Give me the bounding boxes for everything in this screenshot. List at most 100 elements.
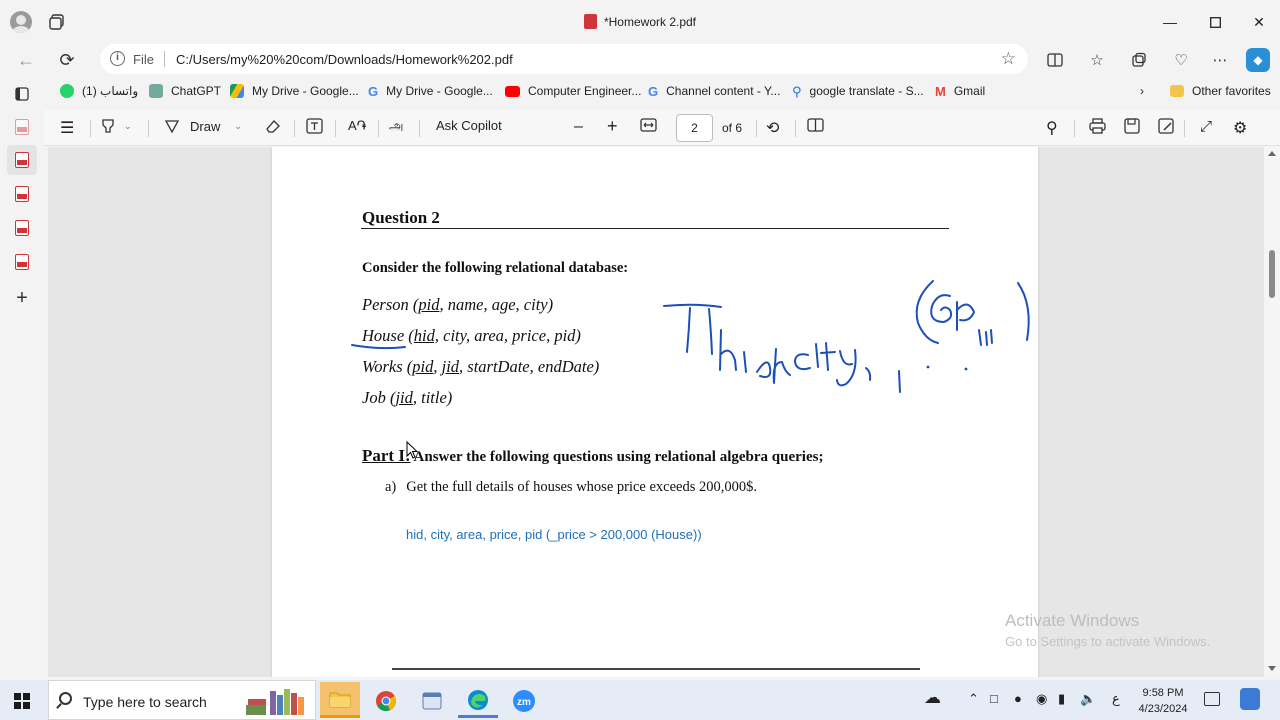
copilot-icon[interactable]: ◆: [1246, 48, 1270, 72]
pdf-page: Question 2 Consider the following relati…: [272, 147, 1038, 677]
favorites-icon[interactable]: ☆: [1085, 48, 1109, 72]
url-text[interactable]: C:/Users/my%20%20com/Downloads/Homework%…: [176, 52, 513, 67]
pdf-toolbar: ☰ ⌄ Draw ⌄ A֏ அ Ask Copilot – + 2 of 6 ⟲…: [44, 110, 1280, 146]
new-tab-plus-icon[interactable]: +: [12, 287, 32, 309]
clock-time: 9:58 PM: [1142, 687, 1184, 699]
rotate-icon[interactable]: ⟲: [766, 118, 779, 138]
close-button[interactable]: ✕: [1244, 8, 1274, 36]
copilot-taskbar-icon[interactable]: [1240, 688, 1260, 710]
info-icon[interactable]: i: [110, 51, 125, 66]
activate-windows-hint: Go to Settings to activate Windows.: [1005, 634, 1211, 649]
vertical-tabs-sidebar: +: [0, 78, 44, 676]
gmail-icon: M: [935, 84, 946, 99]
system-clock[interactable]: 9:58 PM 4/23/2024: [1138, 685, 1188, 717]
zoom-out-icon[interactable]: –: [574, 118, 583, 136]
title-rule: [361, 228, 949, 229]
favorite-item[interactable]: My Drive - Google...: [230, 84, 359, 98]
tray-overflow-chevron-icon[interactable]: ⌃: [968, 691, 979, 707]
file-explorer-taskbar-button[interactable]: [320, 682, 360, 718]
favorite-item[interactable]: G My Drive - Google...: [368, 84, 493, 99]
eraser-icon[interactable]: [265, 118, 281, 134]
scroll-up-arrow-icon[interactable]: [1268, 151, 1276, 156]
chevron-down-icon: ⌄: [124, 120, 132, 131]
toolbar-divider: [378, 120, 379, 137]
youtube-icon: [505, 85, 520, 97]
answer-a-text[interactable]: hid, city, area, price, pid (_price > 20…: [406, 527, 702, 542]
google-drive-icon: [230, 84, 244, 98]
ask-copilot-button[interactable]: Ask Copilot: [436, 118, 502, 133]
split-screen-icon[interactable]: [1043, 48, 1067, 72]
pdf-icon: [15, 152, 29, 168]
windows-taskbar: Type here to search zm ☁ ⌃ □ ● ◉ ▮ 🔈 ع 9…: [0, 680, 1280, 720]
favorites-overflow-chevron-icon[interactable]: ›: [1140, 84, 1144, 98]
favorite-item[interactable]: G Channel content - Y...: [648, 84, 780, 99]
tab-pdf[interactable]: [12, 184, 32, 204]
battery-icon[interactable]: ▮: [1058, 691, 1065, 707]
fullscreen-icon[interactable]: ⤢: [1200, 118, 1212, 135]
minimize-button[interactable]: —: [1155, 8, 1185, 36]
page-number-input[interactable]: 2: [676, 114, 713, 142]
pdf-icon: [15, 186, 29, 202]
relation-works: Works (pid, jid, startDate, endDate): [362, 357, 600, 376]
start-windows-icon[interactable]: [14, 693, 30, 709]
toolbar-divider: [294, 120, 295, 137]
zoom-app-icon: zm: [513, 690, 535, 712]
favorite-item[interactable]: واتساب (1): [60, 84, 138, 98]
toolbar-divider: [335, 120, 336, 137]
tab-panel-icon[interactable]: [12, 84, 32, 104]
notifications-icon[interactable]: [1204, 692, 1220, 706]
save-as-icon[interactable]: [1158, 118, 1174, 134]
fit-to-width-icon[interactable]: [640, 118, 657, 132]
chatgpt-icon: [149, 84, 163, 98]
scroll-down-arrow-icon[interactable]: [1268, 666, 1276, 671]
contents-list-icon[interactable]: ☰: [60, 118, 74, 138]
draw-button[interactable]: Draw ⌄: [164, 118, 242, 134]
page-view-icon[interactable]: [807, 118, 824, 132]
favorite-item[interactable]: M Gmail: [935, 84, 985, 99]
favorite-item[interactable]: ⚲ google translate - S...: [792, 84, 924, 99]
weather-icon[interactable]: ☁: [924, 688, 941, 708]
pdf-icon: [15, 220, 29, 236]
print-icon[interactable]: [1089, 118, 1106, 134]
highlight-button[interactable]: ⌄: [100, 118, 132, 134]
refresh-button[interactable]: ⟳: [53, 48, 81, 72]
volume-icon[interactable]: 🔈: [1080, 691, 1096, 707]
settings-gear-icon[interactable]: ⚙: [1233, 118, 1247, 138]
add-text-icon[interactable]: [306, 118, 323, 134]
camera-icon[interactable]: ◉: [1036, 691, 1047, 707]
tab-pdf[interactable]: [12, 218, 32, 238]
other-favorites[interactable]: Other favorites: [1170, 84, 1271, 98]
edge-taskbar-button[interactable]: [458, 684, 498, 718]
address-divider: [164, 51, 165, 67]
back-button[interactable]: ←: [12, 48, 40, 72]
tab-pdf[interactable]: [12, 252, 32, 272]
zoom-in-icon[interactable]: +: [607, 116, 618, 137]
activate-windows-watermark: Activate Windows: [1005, 611, 1140, 630]
collections-icon[interactable]: [1127, 48, 1151, 72]
favorite-item[interactable]: Computer Engineer...: [505, 84, 641, 98]
tab-pdf-active[interactable]: [7, 145, 37, 175]
favorite-item[interactable]: ChatGPT: [149, 84, 221, 98]
scrollbar-thumb[interactable]: [1269, 250, 1275, 298]
microphone-icon[interactable]: ●: [1014, 691, 1022, 706]
chrome-taskbar-button[interactable]: [366, 684, 406, 718]
network-icon[interactable]: □: [990, 691, 998, 706]
more-menu-icon[interactable]: ⋯: [1208, 48, 1232, 72]
tab-pdf[interactable]: [12, 117, 32, 137]
favorites-bar: واتساب (1) ChatGPT My Drive - Google... …: [0, 78, 1280, 106]
language-indicator[interactable]: ع: [1112, 691, 1120, 707]
read-aloud-icon[interactable]: A֏: [348, 118, 366, 134]
toolbar-divider: [90, 120, 91, 137]
find-search-icon[interactable]: ⚲: [1046, 118, 1058, 138]
translate-icon[interactable]: அ: [389, 118, 403, 135]
maximize-button[interactable]: [1200, 8, 1230, 36]
zoom-taskbar-button[interactable]: zm: [504, 684, 544, 718]
pdf-viewer[interactable]: Question 2 Consider the following relati…: [48, 147, 1264, 677]
relation-person: Person (pid, name, age, city): [362, 295, 554, 314]
address-bar[interactable]: i File C:/Users/my%20%20com/Downloads/Ho…: [100, 44, 1028, 74]
vertical-scrollbar[interactable]: [1264, 147, 1280, 677]
browser-essentials-icon[interactable]: ♡: [1169, 48, 1193, 72]
save-icon[interactable]: [1124, 118, 1140, 134]
app-taskbar-button[interactable]: [412, 684, 452, 718]
favorite-star-icon[interactable]: ☆: [1001, 49, 1016, 69]
